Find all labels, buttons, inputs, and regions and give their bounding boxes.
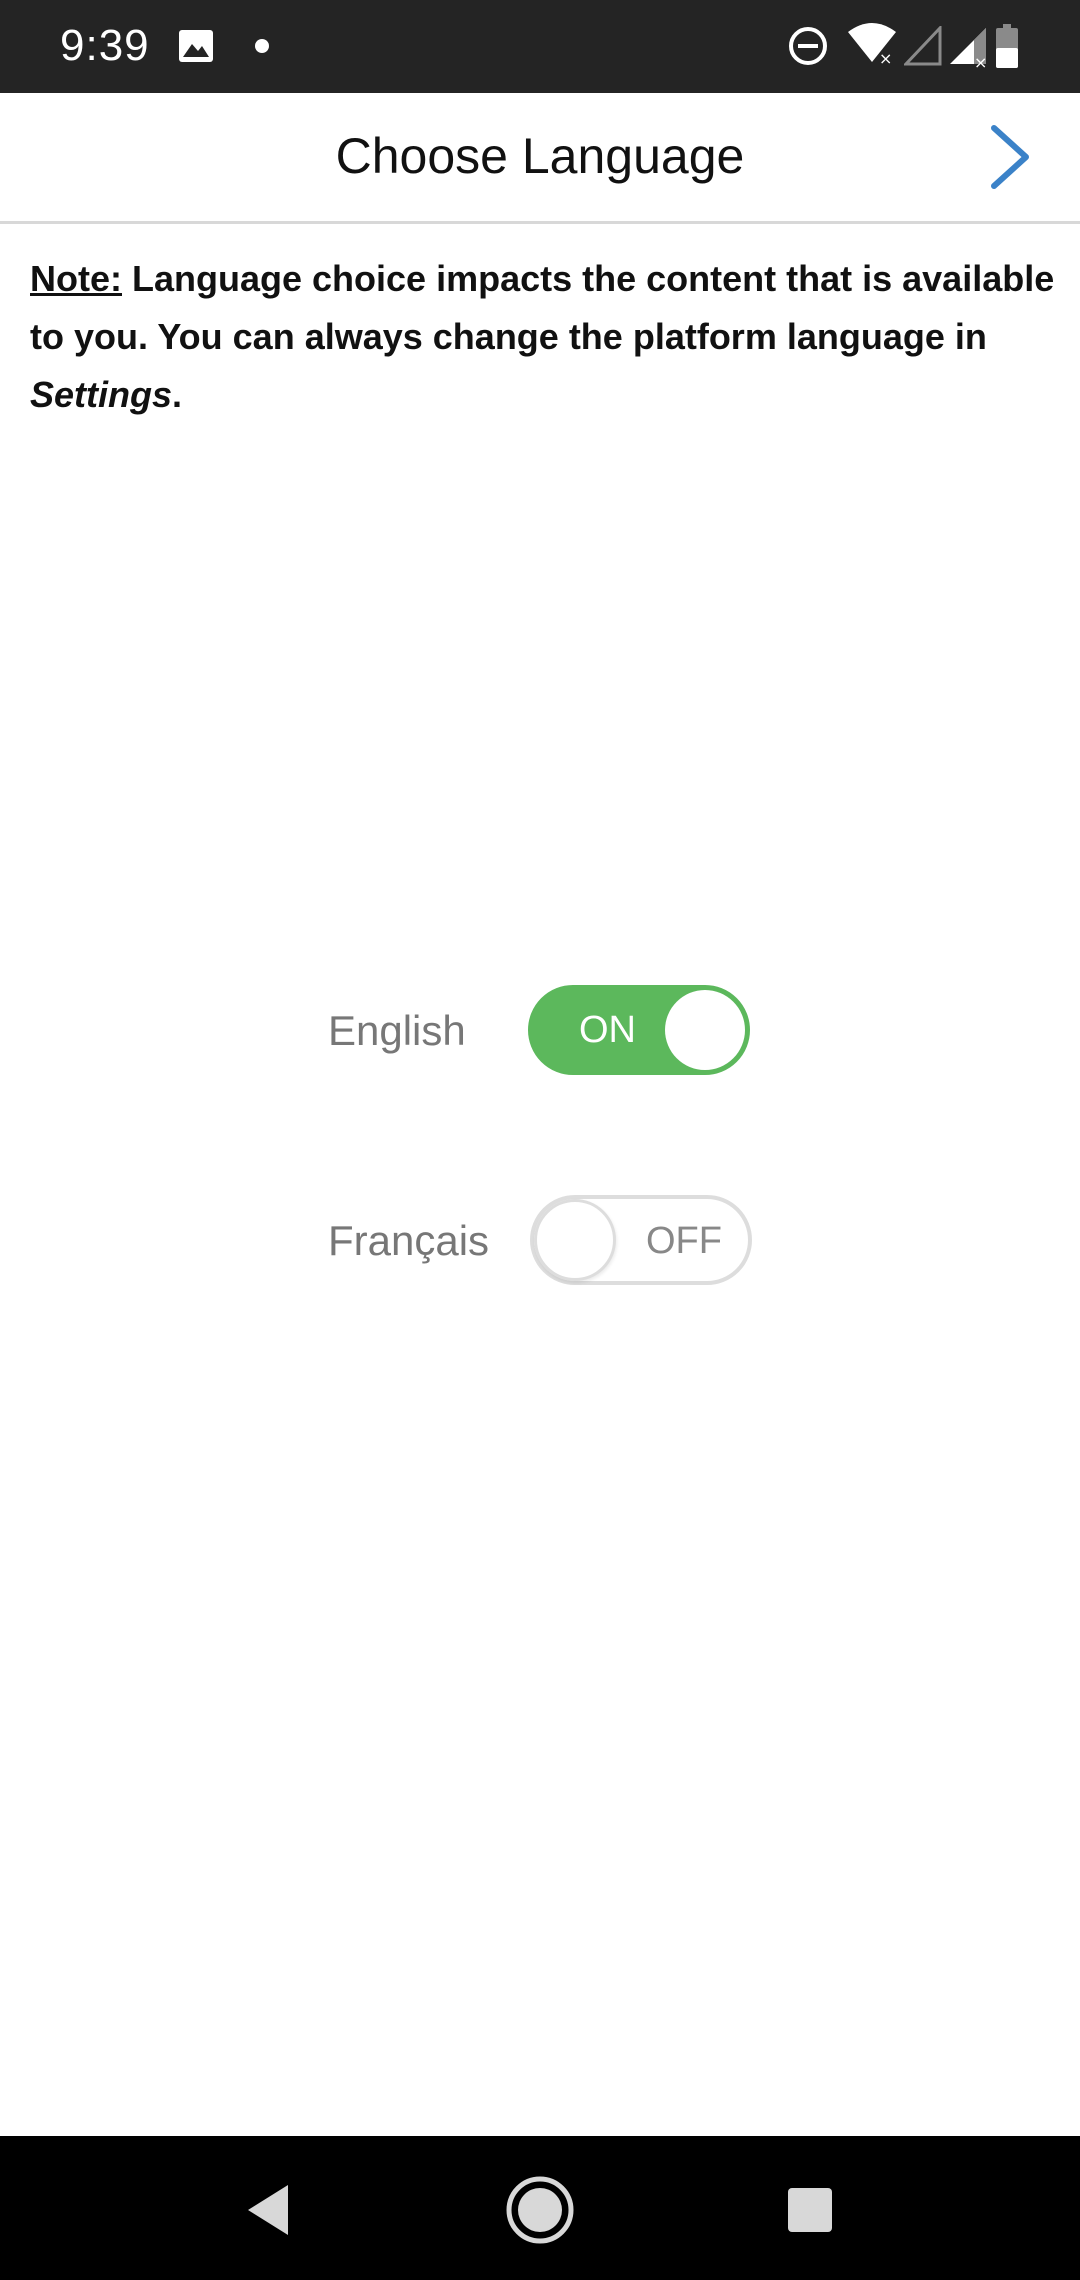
home-icon bbox=[505, 2175, 575, 2250]
status-bar: 9:39 × × bbox=[0, 0, 1080, 93]
language-label: English bbox=[328, 1007, 466, 1054]
screen: 9:39 × × Choose Language Note: Language … bbox=[0, 0, 1080, 2280]
francais-toggle[interactable]: OFF bbox=[530, 1195, 752, 1285]
gallery-icon bbox=[178, 29, 214, 68]
note-settings-word: Settings bbox=[30, 374, 173, 415]
status-time: 9:39 bbox=[60, 21, 150, 70]
language-row-francais: Français OFF bbox=[328, 1195, 758, 1287]
note-label: Note: bbox=[30, 258, 122, 299]
battery-icon bbox=[996, 24, 1018, 73]
signal-icon bbox=[902, 24, 944, 71]
do-not-disturb-icon bbox=[787, 25, 829, 72]
language-note: Note: Language choice impacts the conten… bbox=[30, 250, 1060, 424]
toggle-knob bbox=[665, 990, 745, 1070]
home-button[interactable] bbox=[500, 2172, 580, 2252]
toggle-state-text: ON bbox=[579, 1009, 636, 1051]
note-text: Language choice impacts the content that… bbox=[30, 258, 1055, 357]
note-end: . bbox=[172, 374, 183, 415]
notification-dot-icon bbox=[255, 39, 269, 53]
recents-button[interactable] bbox=[770, 2172, 850, 2252]
page-title: Choose Language bbox=[335, 128, 745, 184]
recents-icon bbox=[786, 2186, 834, 2239]
wifi-icon: × bbox=[846, 22, 898, 71]
language-row-english: English ON bbox=[328, 985, 758, 1077]
next-button[interactable] bbox=[972, 121, 1048, 197]
svg-text:×: × bbox=[974, 53, 987, 68]
svg-text:×: × bbox=[879, 49, 892, 66]
back-button[interactable] bbox=[228, 2172, 308, 2252]
language-label: Français bbox=[328, 1217, 490, 1264]
toggle-state-text: OFF bbox=[646, 1220, 722, 1262]
chevron-right-icon bbox=[988, 124, 1032, 195]
header: Choose Language bbox=[0, 93, 1080, 224]
signal-icon: × bbox=[948, 26, 992, 73]
english-toggle[interactable]: ON bbox=[528, 985, 750, 1075]
navigation-bar bbox=[0, 2136, 1080, 2280]
toggle-knob bbox=[534, 1199, 616, 1281]
back-icon bbox=[244, 2183, 292, 2242]
